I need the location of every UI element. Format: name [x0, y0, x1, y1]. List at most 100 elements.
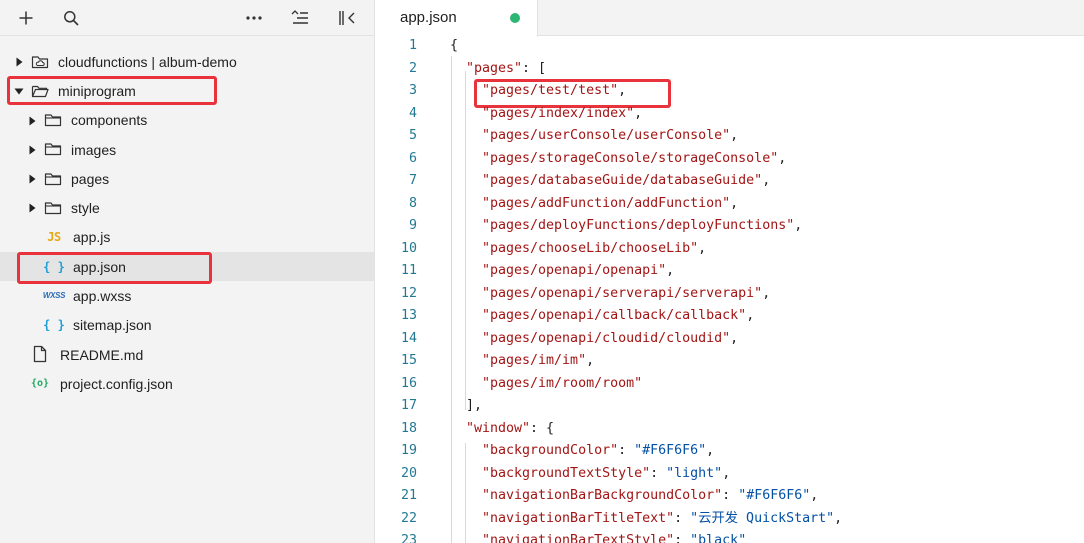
tree-item-pages[interactable]: pages: [0, 164, 374, 193]
json-punctuation: ,: [834, 510, 843, 526]
tree-item-cloudfunctions-album-demo[interactable]: cloudfunctions | album-demo: [0, 47, 374, 76]
json-punctuation: ,: [762, 173, 771, 188]
code-line: 3 "pages/test/test",: [376, 80, 1084, 103]
line-content: "pages/im/room/room": [482, 373, 642, 396]
line-number: 4: [408, 105, 417, 121]
json-key: "pages/databaseGuide/databaseGuide": [482, 173, 763, 188]
json-punctuation: :: [722, 488, 739, 503]
line-number: 21: [400, 488, 417, 503]
code-line: 14 "pages/openapi/cloudid/cloudid",: [376, 328, 1084, 351]
json-punctuation: ,: [746, 308, 755, 323]
tree-item-miniprogram[interactable]: miniprogram: [0, 76, 374, 105]
code-line: 9 "pages/deployFunctions/deployFunctions"…: [376, 215, 1084, 238]
line-content: "navigationBarBackgroundColor": "#F6F6F6…: [482, 485, 818, 508]
caret-right-icon[interactable]: [27, 116, 37, 126]
tree-item-label: app.js: [73, 229, 111, 246]
tab-title: app.json: [400, 9, 457, 26]
caret-right-icon[interactable]: [27, 145, 37, 155]
json-punctuation: ,: [722, 465, 731, 481]
tree-item-app-js[interactable]: JS app.js: [0, 223, 374, 252]
code-line: 6 "pages/storageConsole/storageConsole",: [376, 148, 1084, 171]
line-number: 7: [408, 173, 417, 188]
collapse-list-icon[interactable]: [288, 6, 312, 30]
json-key: "pages/userConsole/userConsole": [482, 128, 731, 143]
json-key: "navigationBarTitleText": [482, 510, 675, 526]
line-number: 23: [400, 533, 417, 543]
json-key: "pages/openapi/cloudid/cloudid": [482, 330, 731, 346]
json-key: "backgroundTextStyle": [482, 465, 651, 481]
tree-item-label: components: [71, 112, 148, 129]
json-punctuation: :: [674, 533, 691, 543]
tree-item-readme-md[interactable]: README.md: [0, 340, 374, 369]
line-number: 22: [400, 510, 417, 526]
line-content: ],: [466, 395, 482, 418]
json-key: "pages/index/index": [482, 105, 635, 121]
explorer-toolbar: [0, 0, 375, 36]
json-key: "pages/openapi/openapi": [482, 263, 667, 278]
wxss-file-icon: WXSS: [42, 291, 66, 301]
tree-item-label: sitemap.json: [73, 317, 152, 334]
code-line: 12 "pages/openapi/serverapi/serverapi",: [376, 283, 1084, 306]
json-string: "light": [666, 465, 723, 481]
plus-icon[interactable]: [14, 6, 38, 30]
panel-toggle-icon[interactable]: [335, 6, 359, 30]
line-content: "pages/im/im",: [482, 350, 594, 373]
json-punctuation: ,: [730, 195, 739, 211]
line-number: 16: [400, 375, 417, 391]
line-content: "navigationBarTitleText": "云开发 QuickStar…: [482, 508, 842, 531]
code-line: 21 "navigationBarBackgroundColor": "#F6F6…: [376, 485, 1084, 508]
line-content: "backgroundColor": "#F6F6F6",: [482, 440, 714, 463]
json-punctuation: : [: [522, 60, 547, 76]
json-key: "pages/im/room/room": [482, 375, 643, 391]
code-line: 8 "pages/addFunction/addFunction",: [376, 193, 1084, 216]
code-line: 15 "pages/im/im",: [376, 350, 1084, 373]
tree-item-label: cloudfunctions | album-demo: [58, 53, 237, 70]
tree-item-components[interactable]: components: [0, 106, 374, 135]
line-number: 19: [400, 443, 417, 458]
json-key: "navigationBarTextStyle": [482, 533, 675, 543]
code-editor[interactable]: 1{2 "pages": [3 "pages/test/test", 4 "pages/…: [376, 36, 1084, 543]
line-number: 8: [408, 195, 417, 211]
caret-down-icon[interactable]: [14, 86, 24, 96]
code-line: 22 "navigationBarTitleText": "云开发 QuickSt…: [376, 508, 1084, 531]
more-icon[interactable]: [242, 6, 266, 30]
tree-item-app-wxss[interactable]: WXSS app.wxss: [0, 281, 374, 310]
code-line: 19 "backgroundColor": "#F6F6F6",: [376, 440, 1084, 463]
line-content: "pages/openapi/callback/callback",: [482, 305, 754, 328]
caret-right-icon[interactable]: [14, 57, 24, 67]
line-content: "pages/openapi/openapi",: [482, 260, 674, 283]
code-line: 11 "pages/openapi/openapi",: [376, 260, 1084, 283]
editor-tab-bar: app.json: [376, 0, 1084, 37]
json-punctuation: ,: [698, 240, 707, 256]
line-number: 13: [400, 308, 417, 323]
tree-item-style[interactable]: style: [0, 193, 374, 222]
folder-open-icon: [31, 82, 49, 100]
tab-app-json[interactable]: app.json: [376, 0, 538, 37]
line-number: 14: [400, 330, 417, 346]
tree-item-images[interactable]: images: [0, 135, 374, 164]
line-number: 5: [408, 128, 417, 143]
line-content: "navigationBarTextStyle": "black": [482, 530, 746, 543]
json-key: "navigationBarBackgroundColor": [482, 488, 723, 503]
code-line: 5 "pages/userConsole/userConsole",: [376, 125, 1084, 148]
caret-right-icon[interactable]: [27, 203, 37, 213]
json-string: "云开发 QuickStart": [690, 510, 835, 526]
json-punctuation: ,: [810, 488, 819, 503]
tree-item-project-config-json[interactable]: {o} project.config.json: [0, 369, 374, 398]
caret-right-icon[interactable]: [27, 174, 37, 184]
line-content: "pages": [: [466, 58, 546, 81]
json-string: "#F6F6F6": [634, 443, 707, 458]
json-string: "black": [690, 533, 747, 543]
json-key: "pages/addFunction/addFunction": [482, 195, 731, 211]
code-line: 16 "pages/im/room/room": [376, 373, 1084, 396]
json-punctuation: ,: [618, 83, 627, 98]
search-icon[interactable]: [59, 6, 83, 30]
tree-item-label: style: [71, 200, 100, 217]
line-content: "pages/storageConsole/storageConsole",: [482, 148, 786, 171]
line-content: "pages/test/test",: [482, 80, 626, 103]
js-file-icon: JS: [47, 230, 61, 245]
line-number: 20: [400, 465, 417, 481]
json-punctuation: ,: [730, 128, 739, 143]
tree-item-sitemap-json[interactable]: { } sitemap.json: [0, 311, 374, 340]
tree-item-app-json[interactable]: { } app.json: [0, 252, 374, 282]
